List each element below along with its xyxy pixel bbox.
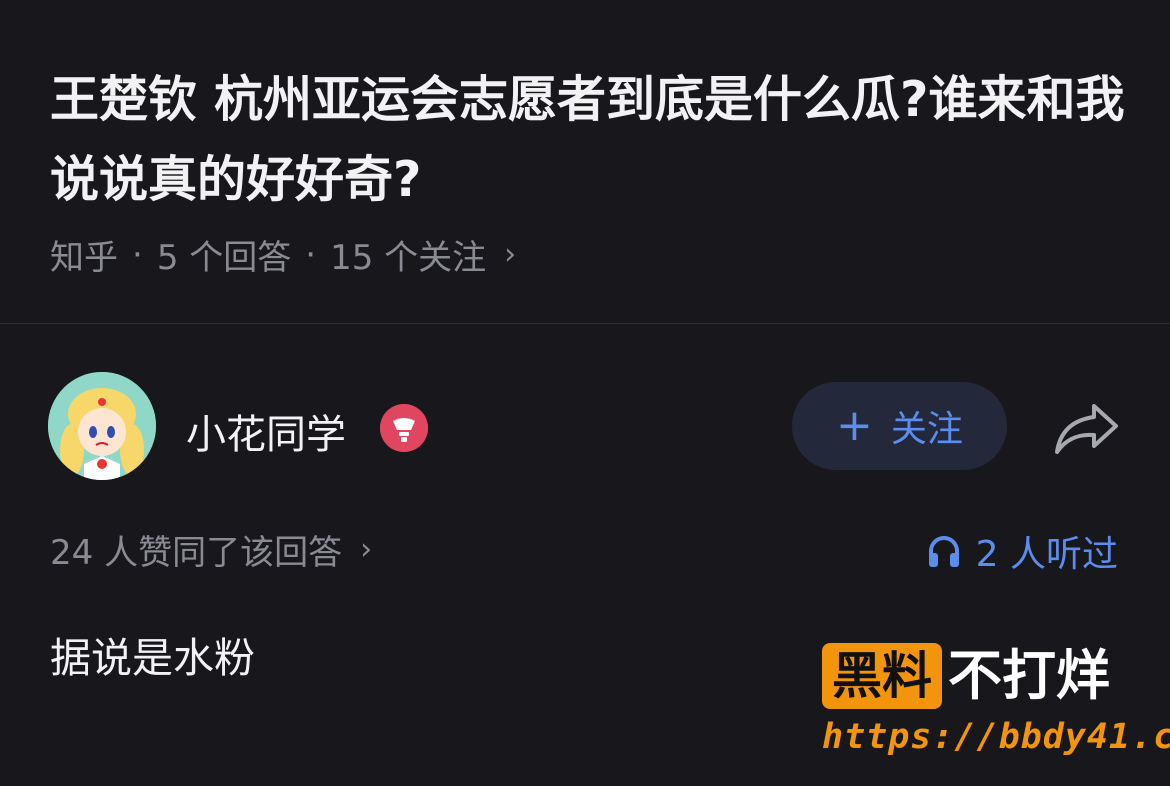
listens-text: 2 人听过	[975, 534, 1118, 575]
question-meta[interactable]: 知乎 · 5 个回答 · 15 个关注 ›	[50, 230, 516, 279]
creator-badge-icon	[380, 404, 428, 452]
follow-label: 关注	[890, 409, 963, 450]
author-name[interactable]: 小花同学	[186, 402, 346, 460]
separator-dot: ·	[132, 234, 143, 275]
share-arrow-icon	[1055, 404, 1118, 454]
likes-text: 24 人赞同了该回答	[50, 533, 343, 573]
chevron-right-icon: ›	[360, 532, 373, 567]
watermark-url: https://bbdy41.com	[822, 717, 1170, 757]
watermark-box-text: 黑料	[822, 643, 942, 709]
likes-summary[interactable]: 24 人赞同了该回答 ›	[50, 525, 372, 574]
section-divider	[0, 323, 1170, 324]
watermark: 黑料 不打烊 https://bbdy41.com	[822, 643, 1170, 763]
follow-button[interactable]: + 关注	[792, 382, 1007, 470]
avatar[interactable]	[48, 372, 156, 480]
followers-count: 15 个关注	[330, 238, 487, 278]
separator-dot: ·	[305, 234, 317, 275]
headphones-icon	[928, 536, 959, 567]
avatar-image	[48, 372, 156, 480]
plus-icon: +	[836, 400, 873, 451]
source-label: 知乎	[50, 238, 118, 278]
chevron-right-icon: ›	[504, 237, 517, 272]
question-title: 王楚钦 杭州亚运会志愿者到底是什么瓜?谁来和我说说真的好好奇?	[50, 71, 1125, 208]
share-button[interactable]	[1052, 398, 1122, 458]
answers-count: 5 个回答	[156, 238, 292, 278]
listens-summary[interactable]: 2 人听过	[926, 525, 1118, 577]
answer-text: 据说是水粉	[50, 634, 255, 682]
watermark-tail-text: 不打烊	[948, 644, 1110, 707]
